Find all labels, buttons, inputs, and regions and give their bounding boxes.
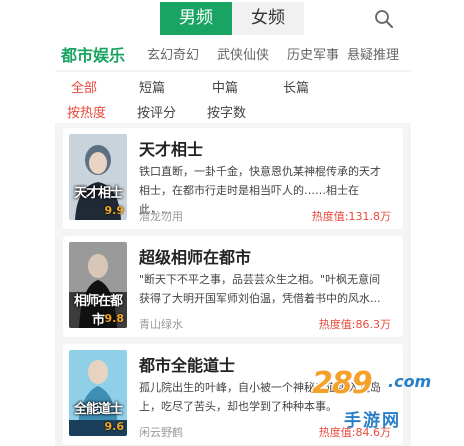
sort-by-words[interactable]: 按字数 xyxy=(207,102,246,121)
length-filter-row: 全部 短篇 中篇 长篇 xyxy=(55,72,411,98)
category-wuxia[interactable]: 武侠仙侠 xyxy=(217,44,269,63)
filter-all[interactable]: 全部 xyxy=(71,77,97,96)
cover-title: 天才相士 xyxy=(73,186,123,201)
book-cover: 全能道士 9.6 xyxy=(69,350,127,436)
cover-title: 全能道士 xyxy=(73,402,123,417)
category-urban[interactable]: 都市娱乐 xyxy=(61,42,125,66)
cover-score: 9.6 xyxy=(104,420,125,433)
book-heat: 热度值:131.8万 xyxy=(311,210,391,223)
book-cover: 天才相士 9.9 xyxy=(69,134,127,220)
book-description: "断天下不平之事，品芸芸众生之相。"叶枫无意间获得了大明开国军师刘伯温，凭借着书… xyxy=(139,273,381,305)
sort-filter-row: 按热度 按评分 按字数 xyxy=(55,97,411,123)
sort-by-rating[interactable]: 按评分 xyxy=(137,102,176,121)
category-history[interactable]: 历史军事 xyxy=(287,44,339,63)
filter-long[interactable]: 长篇 xyxy=(283,77,309,96)
sort-by-heat[interactable]: 按热度 xyxy=(67,102,106,121)
filter-medium[interactable]: 中篇 xyxy=(212,77,238,96)
category-mystery[interactable]: 悬疑推理 xyxy=(347,44,399,63)
filter-short[interactable]: 短篇 xyxy=(139,77,165,96)
book-cover: 相师在都市 9.8 xyxy=(69,242,127,328)
category-row: 都市娱乐 玄幻奇幻 武侠仙侠 历史军事 悬疑推理 xyxy=(55,38,411,70)
tab-male[interactable]: 男频 xyxy=(160,2,232,35)
tab-female[interactable]: 女频 xyxy=(232,2,304,35)
book-title: 都市全能道士 xyxy=(139,356,236,375)
cover-score: 9.9 xyxy=(104,204,125,217)
book-author: 潜龙勿用 xyxy=(139,210,183,223)
book-author: 青山绿水 xyxy=(139,318,183,331)
watermark-number: 289 xyxy=(312,366,373,401)
watermark-domain: .com xyxy=(388,372,432,391)
search-button[interactable] xyxy=(373,8,395,30)
book-card[interactable]: 相师在都市 9.8 超级相师在都市 "断天下不平之事，品芸芸众生之相。"叶枫无意… xyxy=(63,236,403,337)
book-title: 超级相师在都市 xyxy=(139,248,252,267)
site-watermark: 289 .com 手游网 xyxy=(306,366,456,440)
cover-score: 9.8 xyxy=(104,312,125,325)
watermark-text: 手游网 xyxy=(344,411,401,431)
category-fantasy[interactable]: 玄幻奇幻 xyxy=(147,44,199,63)
book-title: 天才相士 xyxy=(139,140,204,159)
search-icon xyxy=(375,10,393,28)
gender-tab-bar: 男频 女频 xyxy=(55,0,411,38)
book-heat: 热度值:86.3万 xyxy=(318,318,391,331)
book-card[interactable]: 天才相士 9.9 天才相士 铁口直断，一卦千金，快意恩仇某神棍传承的天才相士，在… xyxy=(63,128,403,229)
book-author: 闲云野鹤 xyxy=(139,426,183,439)
